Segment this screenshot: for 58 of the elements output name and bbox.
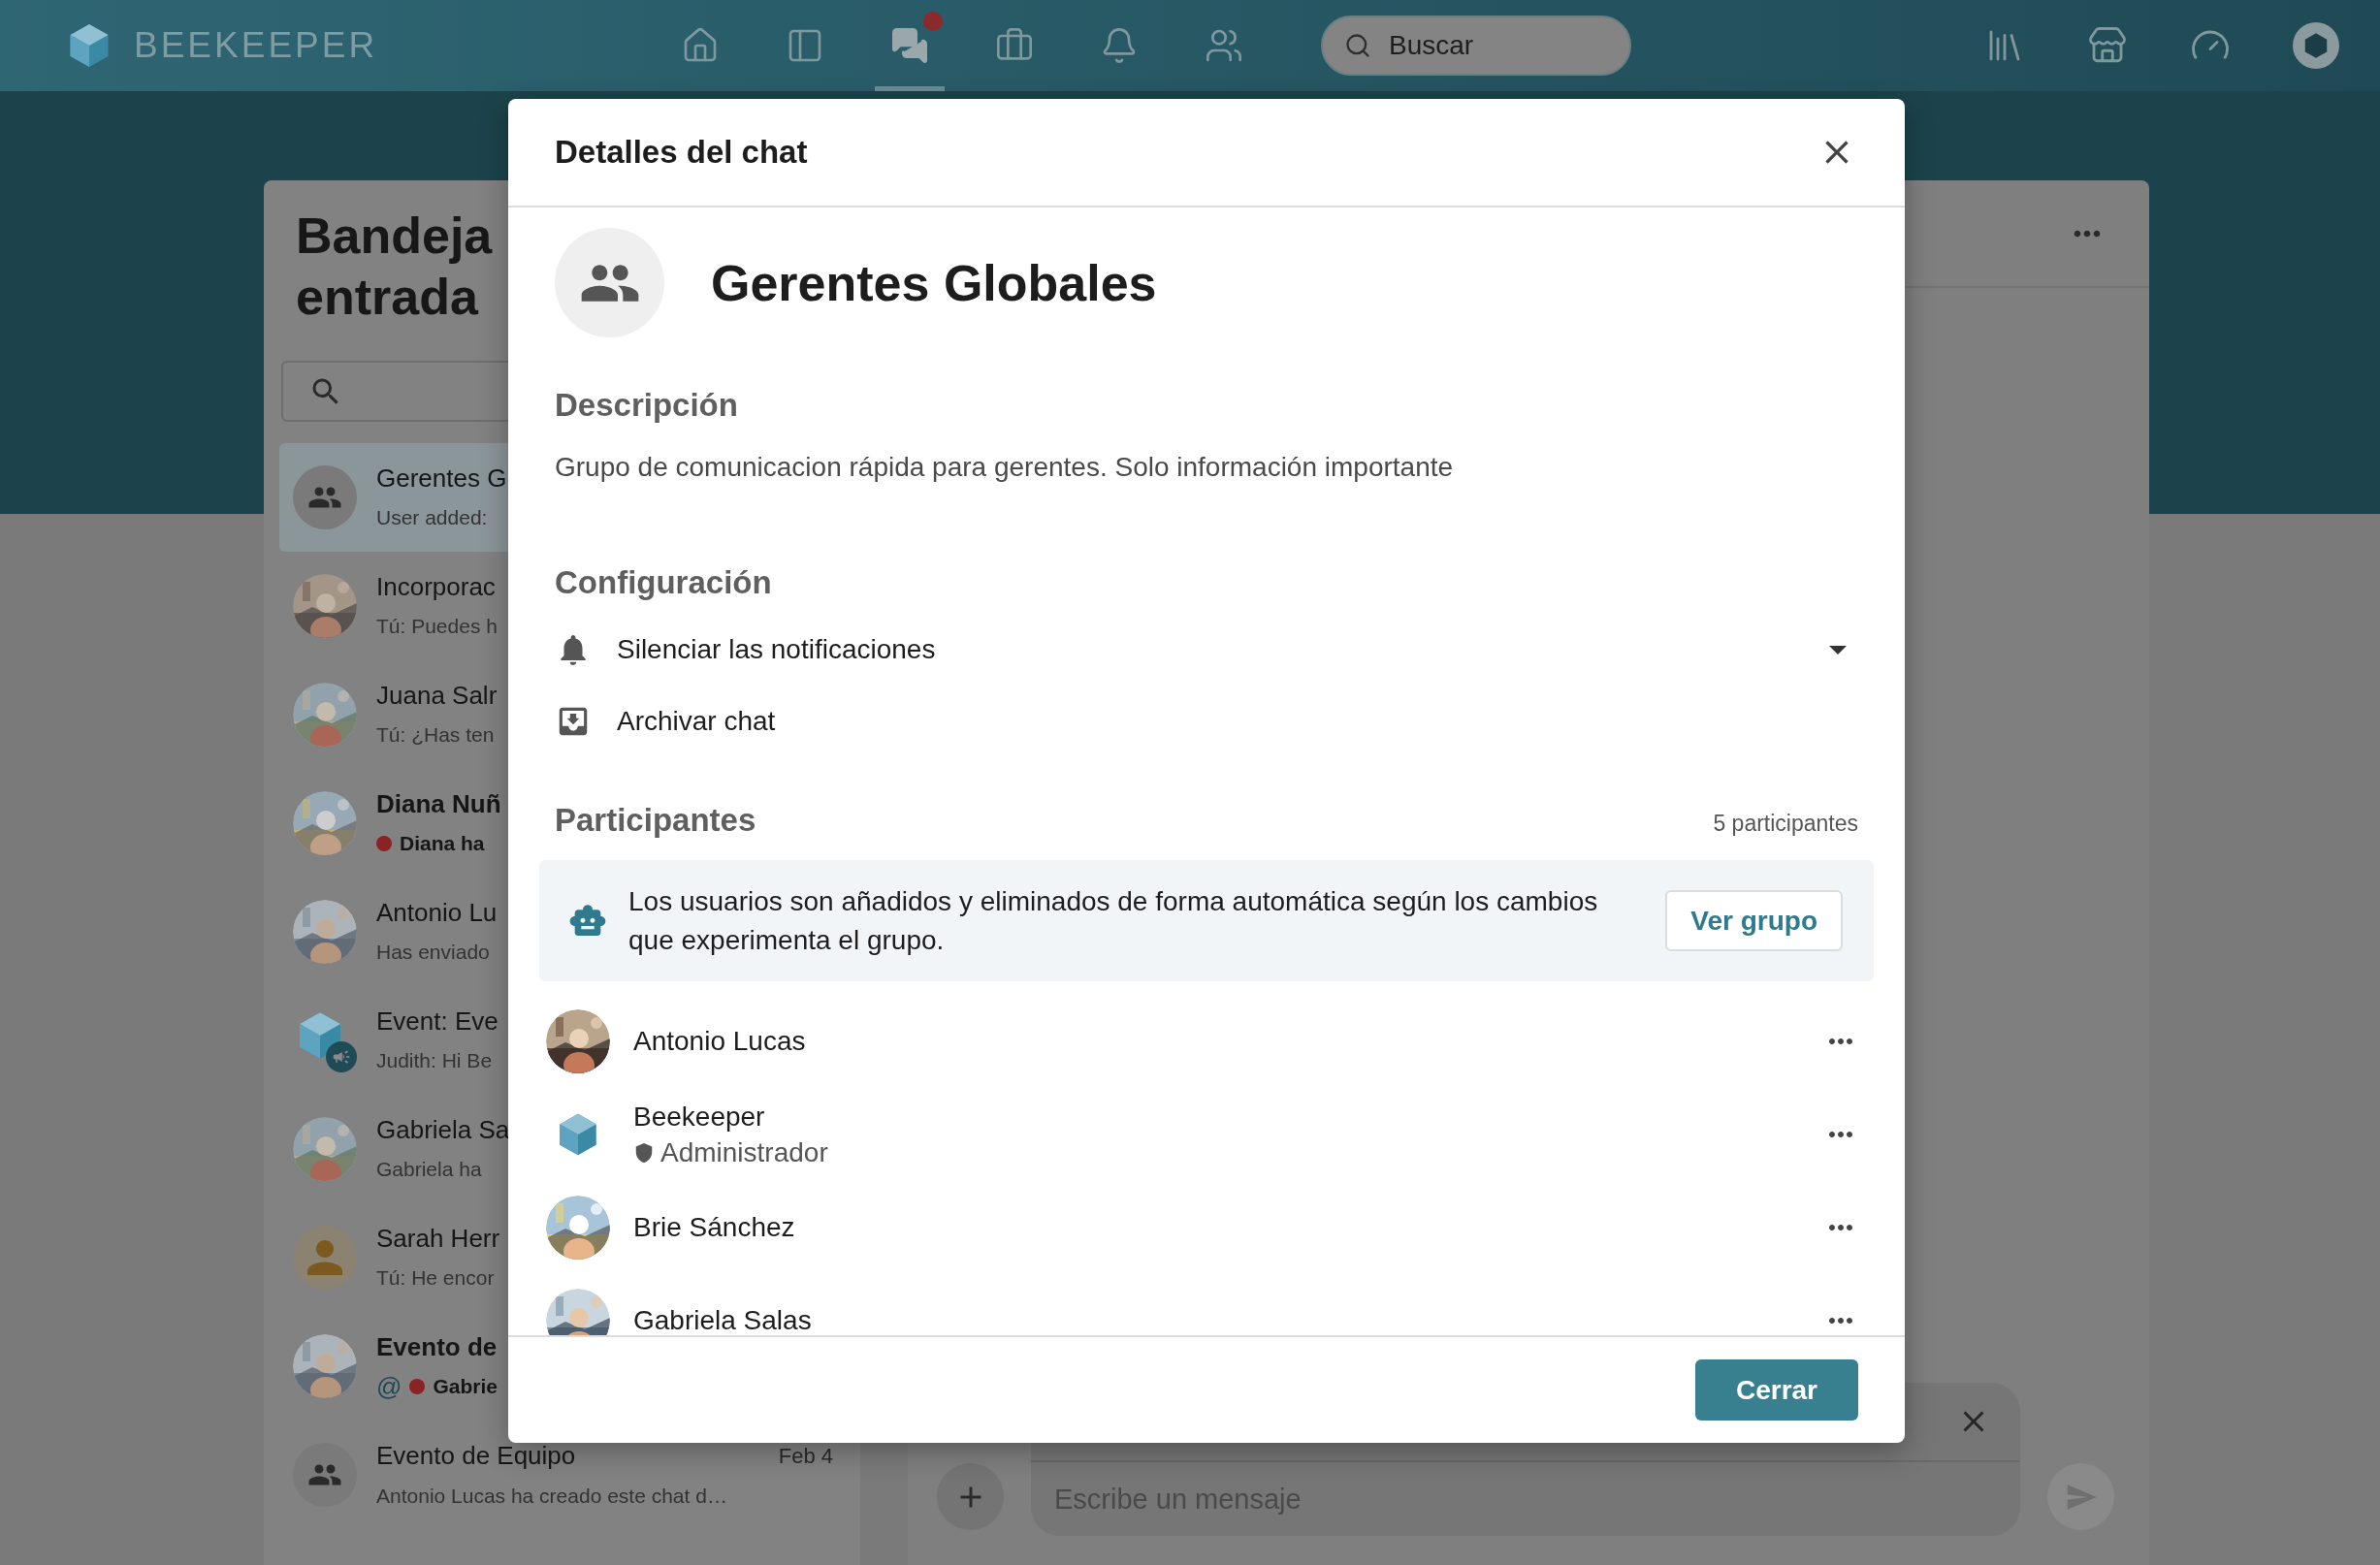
- chat-preview: Tú: ¿Has ten: [376, 722, 495, 748]
- chat-preview: Has enviado: [376, 940, 490, 965]
- participant-name: Brie Sánchez: [633, 1211, 795, 1244]
- chat-preview: Tú: Puedes h: [376, 614, 498, 639]
- chat-name: Evento de: [376, 1331, 498, 1362]
- group-name: Gerentes Globales: [711, 253, 1157, 313]
- search-icon: [1344, 32, 1371, 59]
- inbox-title: Bandeja: [296, 207, 493, 266]
- info-text: Los usuarios son añadidos y eliminados de forma automática según los cambios que experimenta el grupo.: [628, 884, 1599, 957]
- participant-name: Antonio Lucas: [633, 1025, 806, 1058]
- section-heading: Configuración: [555, 563, 773, 602]
- chat-name: Gerentes G: [376, 463, 507, 494]
- chat-name: Incorporac: [376, 571, 496, 602]
- chat-time: Feb 4: [778, 1442, 833, 1470]
- group-description: Grupo de comunicacion rápida para gerentes. Solo información importante: [555, 451, 1455, 484]
- chat-preview: Judith: Hi Be: [376, 1048, 493, 1073]
- chat-preview: Diana ha: [400, 831, 485, 856]
- chat-preview: Antonio Lucas ha creado este chat d…: [376, 1483, 727, 1509]
- search-field[interactable]: Buscar: [1321, 16, 1631, 76]
- chat-list-item[interactable]: Incorporac Tú: Puedes h: [279, 552, 508, 660]
- chat-preview: Gabriela ha: [376, 1157, 482, 1182]
- chat-name: Antonio Lu: [376, 897, 498, 928]
- shield-icon: [633, 1142, 655, 1164]
- chat-list-item[interactable]: Juana Salr Tú: ¿Has ten: [279, 660, 508, 769]
- chat-name: Diana Nuñ: [376, 788, 501, 819]
- chat-name: Juana Salr: [376, 680, 498, 711]
- chat-preview: Tú: He encor: [376, 1265, 495, 1291]
- inbox-title: entrada: [296, 268, 478, 327]
- chat-list-item[interactable]: Evento de @ Gabrie: [279, 1312, 508, 1421]
- participant-name: Gabriela Salas: [633, 1304, 812, 1335]
- chat-list-item[interactable]: Diana Nuñ Diana ha: [279, 769, 508, 878]
- chat-name: Gabriela Sa: [376, 1114, 510, 1145]
- chat-preview: User added:: [376, 505, 488, 530]
- chat-list-item[interactable]: Gerentes G User added:: [279, 443, 508, 552]
- chat-list-item[interactable]: Gabriela Sa Gabriela ha: [279, 1095, 508, 1203]
- chat-list-item[interactable]: Event: Eve Judith: Hi Be: [279, 986, 508, 1095]
- brand-name: BEEKEEPER: [134, 24, 378, 68]
- caret-icon: [1829, 645, 1847, 655]
- dialog-title: Detalles del chat: [555, 133, 808, 173]
- participant-count: 5 participantes: [1713, 809, 1858, 838]
- profile-avatar[interactable]: [2293, 22, 2339, 69]
- section-heading: Participantes: [555, 801, 756, 840]
- participant-role: Administrador: [660, 1136, 828, 1169]
- participant-name: Beekeeper: [633, 1101, 766, 1134]
- section-heading: Descripción: [555, 386, 739, 425]
- chat-list-item[interactable]: Antonio Lu Has enviado: [279, 878, 508, 986]
- chat-name: Event: Eve: [376, 1006, 499, 1037]
- archive-button[interactable]: Archivar chat: [555, 690, 776, 752]
- chat-preview: Gabrie: [433, 1374, 498, 1399]
- mute-dropdown[interactable]: Silenciar las notificaciones: [555, 619, 1858, 681]
- close-button[interactable]: Cerrar: [1694, 1359, 1858, 1421]
- chat-list-item[interactable]: Evento de Equipo Feb 4 Antonio Lucas ha creado este chat d…: [279, 1421, 845, 1529]
- chat-list-item[interactable]: Sarah Herr Tú: He encor: [279, 1203, 508, 1312]
- chat-name: Sarah Herr: [376, 1223, 500, 1254]
- mention-icon: @: [376, 1372, 402, 1401]
- chat-name: Evento de Equipo: [376, 1440, 576, 1471]
- view-group-button[interactable]: Ver grupo: [1665, 890, 1843, 951]
- chat-bubbles-icon: [890, 26, 929, 65]
